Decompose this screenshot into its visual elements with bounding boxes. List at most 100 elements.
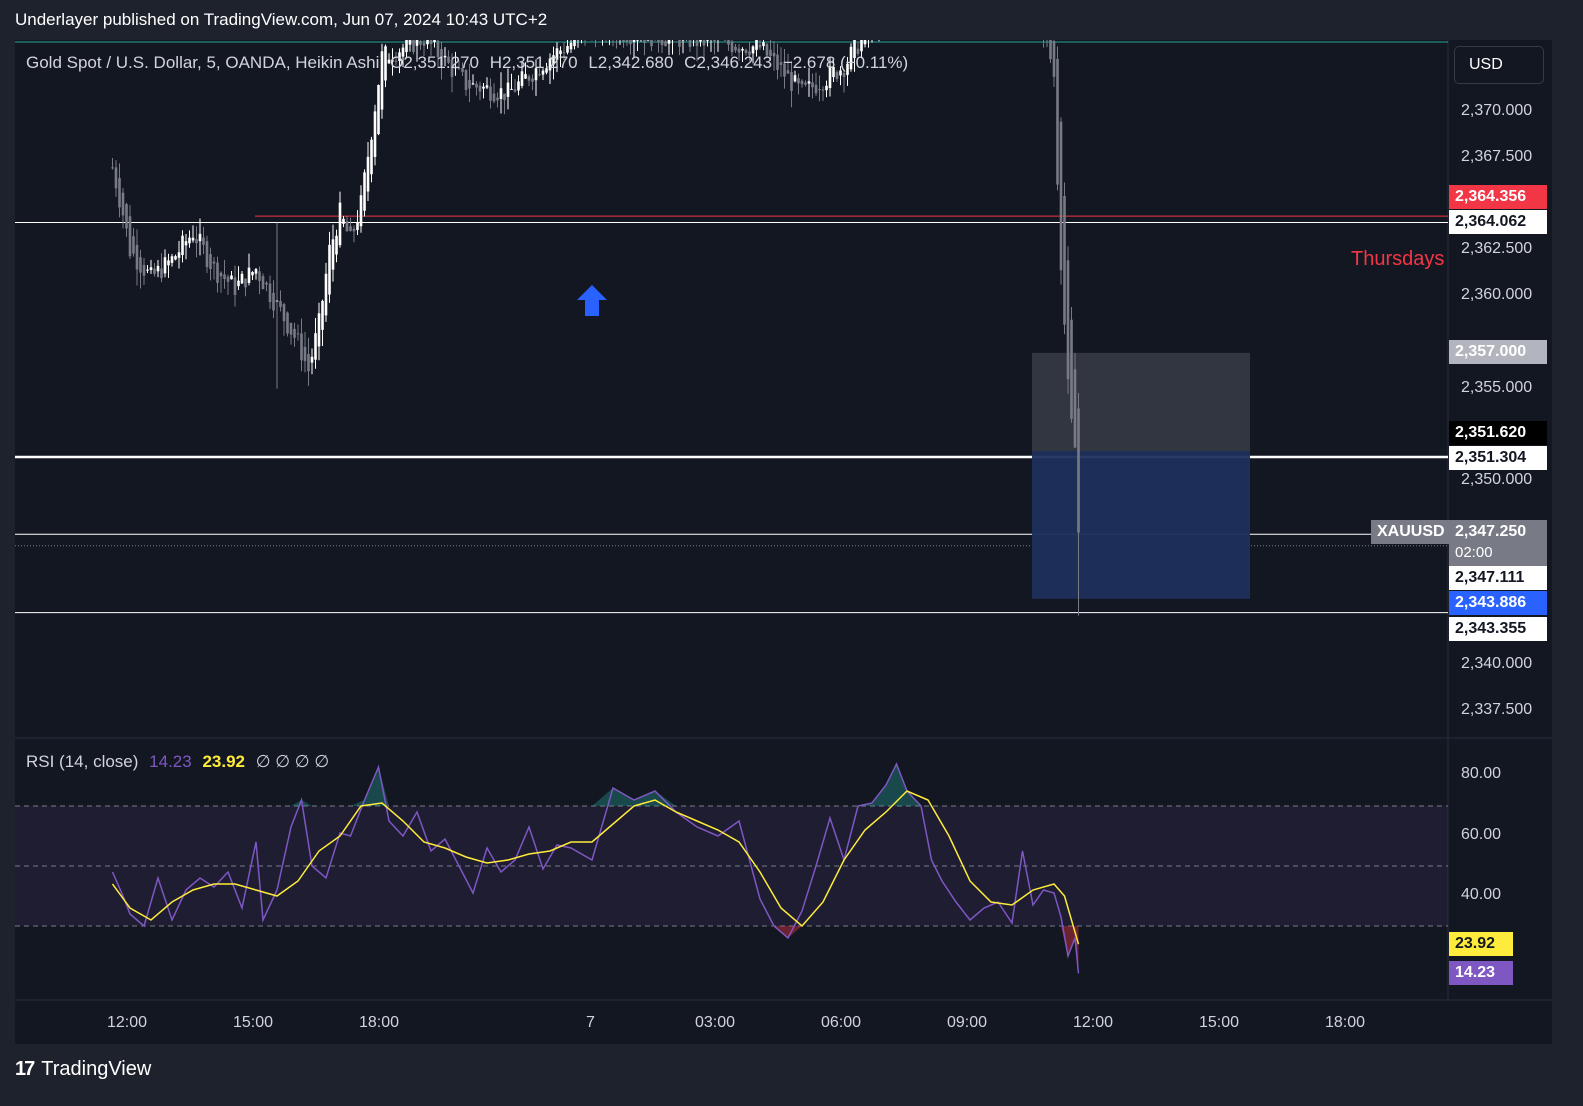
candle-body xyxy=(842,72,846,77)
candle-body xyxy=(146,269,149,271)
line-price-badge: 2,364.062 xyxy=(1449,210,1547,234)
candle-body xyxy=(223,274,226,280)
candle-body xyxy=(230,275,233,280)
tradingview-brand: TradingView xyxy=(41,1058,152,1080)
publisher-header: Underlayer published on TradingView.com,… xyxy=(15,10,548,29)
main-legend: Gold Spot / U.S. Dollar, 5, OANDA, Heiki… xyxy=(26,53,908,73)
candle-body xyxy=(632,40,636,42)
candle-body xyxy=(625,40,629,42)
candle-body xyxy=(363,172,366,211)
candle-body xyxy=(202,237,205,245)
candle-body xyxy=(825,85,828,91)
candle-body xyxy=(188,237,191,244)
currency-button[interactable]: USD xyxy=(1454,46,1544,84)
candle-body xyxy=(293,328,296,338)
candle-body xyxy=(422,42,426,46)
legend-change: −2.678 (−0.11%) xyxy=(782,53,909,72)
rsi-overbought-fill xyxy=(613,788,634,806)
candle-body xyxy=(331,239,335,270)
candle-body xyxy=(160,268,163,279)
candle-body xyxy=(755,40,758,50)
candle-body xyxy=(296,333,300,335)
candle-body xyxy=(702,40,706,46)
candle-body xyxy=(1066,260,1070,380)
rsi-oversold-fill xyxy=(788,926,802,938)
tradingview-logo-icon: 17 xyxy=(15,1058,35,1080)
current-price-badge: 2,347.250 02:00 xyxy=(1449,520,1547,566)
candle-body xyxy=(135,244,139,270)
candle-body xyxy=(300,333,303,361)
candle-body xyxy=(240,273,244,284)
line-price-badge: 2,351.304 xyxy=(1449,446,1547,470)
candle-body xyxy=(1059,121,1063,271)
time-tick: 12:00 xyxy=(1073,1014,1114,1031)
chart-frame[interactable]: Gold Spot / U.S. Dollar, 5, OANDA, Heiki… xyxy=(15,40,1552,1044)
candle-body xyxy=(524,74,527,79)
candle-body xyxy=(667,40,671,44)
candle-body xyxy=(503,93,506,101)
candle-body xyxy=(153,268,156,274)
time-tick: 18:00 xyxy=(359,1014,400,1031)
candle-body xyxy=(286,312,289,334)
candle-body xyxy=(475,83,478,88)
candle-body xyxy=(261,276,265,290)
candle-body xyxy=(636,40,639,41)
candle-body xyxy=(174,256,177,260)
position-target-zone xyxy=(1032,451,1250,599)
candle-body xyxy=(566,45,569,53)
candle-body xyxy=(405,40,408,53)
candle-body xyxy=(730,41,734,53)
candle-body xyxy=(359,195,363,227)
candle-body xyxy=(821,89,825,91)
line-price-badge: 2,347.111 xyxy=(1449,566,1547,590)
candle-body xyxy=(265,282,268,285)
candle-body xyxy=(366,156,370,192)
candle-body xyxy=(209,254,212,269)
rsi-legend-label[interactable]: RSI (14, close) xyxy=(26,752,138,771)
thursdays-annotation[interactable]: Thursdays xyxy=(1351,248,1444,271)
candle-body xyxy=(762,42,765,47)
candle-body xyxy=(303,346,307,362)
time-tick: 7 xyxy=(586,1014,595,1031)
candle-body xyxy=(307,353,310,372)
candle-body xyxy=(1056,58,1059,185)
red-line-price-badge: 2,364.356 xyxy=(1449,185,1547,209)
candle-body xyxy=(324,273,328,316)
legend-symbol[interactable]: Gold Spot / U.S. Dollar, 5, OANDA, Heiki… xyxy=(26,53,379,72)
price-tick: 2,370.000 xyxy=(1461,102,1533,119)
rsi-legend-value: 14.23 xyxy=(149,752,192,771)
price-tick: 2,337.500 xyxy=(1461,701,1533,718)
time-tick: 03:00 xyxy=(695,1014,736,1031)
candle-body xyxy=(377,85,380,135)
candle-body xyxy=(125,204,128,229)
candle-body xyxy=(629,40,632,45)
candle-body xyxy=(352,228,356,232)
candle-body xyxy=(688,40,692,47)
candle-body xyxy=(181,235,184,256)
candle-body xyxy=(496,97,499,101)
candle-body xyxy=(321,300,324,330)
stop-price-badge: 2,357.000 xyxy=(1449,340,1547,364)
candle-body xyxy=(195,239,198,244)
candle-body xyxy=(657,40,660,43)
candle-body xyxy=(219,272,223,277)
candle-body xyxy=(660,40,664,46)
candle-body xyxy=(811,82,814,88)
candle-body xyxy=(233,277,237,295)
rsi-ma-badge: 23.92 xyxy=(1449,932,1513,956)
candle-body xyxy=(244,278,247,288)
candle-body xyxy=(489,86,492,101)
position-stop-zone xyxy=(1032,352,1250,453)
candle-body xyxy=(314,333,317,360)
candle-body xyxy=(713,40,716,42)
time-tick: 12:00 xyxy=(107,1014,148,1031)
candle-body xyxy=(699,40,702,42)
rsi-tick: 40.00 xyxy=(1461,886,1502,903)
chart-canvas[interactable] xyxy=(15,40,1552,1044)
candle-body xyxy=(664,41,667,47)
candle-body xyxy=(797,78,800,84)
candle-body xyxy=(478,85,482,92)
candle-body xyxy=(258,271,261,281)
candle-body xyxy=(741,49,744,51)
tradingview-logo[interactable]: 17 TradingView xyxy=(15,1058,151,1081)
